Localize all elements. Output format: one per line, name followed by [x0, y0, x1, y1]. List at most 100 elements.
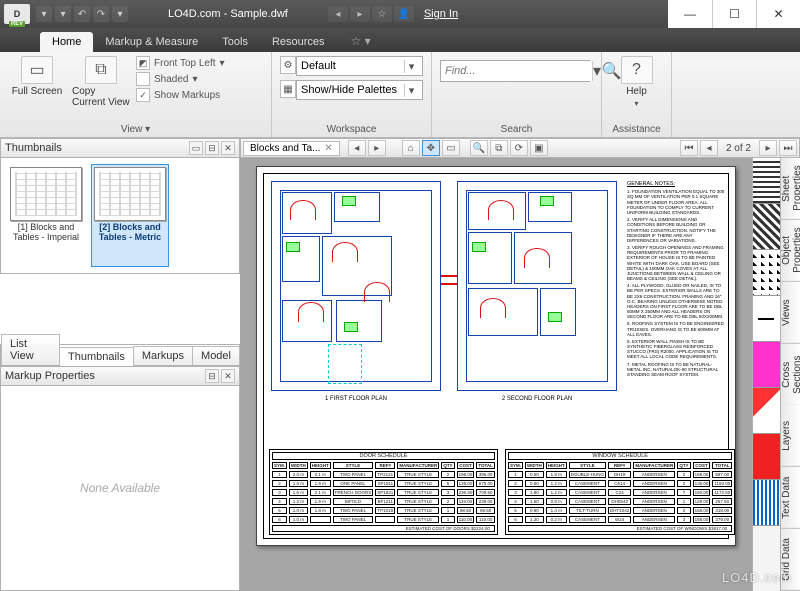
cube-icon: ◩	[136, 56, 150, 70]
room	[336, 300, 382, 342]
schedule-footer: ESTIMATED COST OF DOORS $2224.00	[272, 525, 495, 532]
qat-undo-icon[interactable]: ↶	[74, 6, 90, 22]
ribbon-tab-favorite-icon[interactable]: ☆ ▾	[345, 30, 377, 52]
hatch-swatch-column	[752, 158, 780, 591]
note-item: 5. ROOFING SYSTEM IS TO BE ENGINEERED TR…	[627, 321, 725, 337]
page-first-icon[interactable]: ⏮	[680, 140, 698, 156]
side-tab-sheet-properties[interactable]: Sheet Properties	[781, 158, 800, 220]
ribbon-tab-tools[interactable]: Tools	[210, 32, 260, 52]
left-lower-tabs: List View Thumbnails Markups Model	[0, 344, 240, 366]
ribbon: ▭ Full Screen ⧉ Copy Current View ◩ Front…	[0, 52, 800, 138]
main-view: Blocks and Ta... ✕ ◂ ▸ ⌂ ✥ ▭ 🔍 ⧉ ⟳ ▣ ⏮ ◂…	[240, 138, 800, 591]
title-bar: D ▾ ▾ ↶ ↷ ▾ LO4D.com - Sample.dwf ◂ ▸ ☆ …	[0, 0, 800, 28]
thumbnail-label: [2] Blocks and Tables - Metric	[94, 223, 166, 243]
side-tab-layers[interactable]: Layers	[781, 405, 800, 467]
tab-model[interactable]: Model	[192, 346, 240, 365]
page-last-icon[interactable]: ⏭	[779, 140, 797, 156]
chevron-down-icon: ▾	[634, 99, 638, 108]
full-screen-button[interactable]: ▭ Full Screen	[8, 56, 66, 97]
show-hide-label: Show/Hide Palettes	[301, 84, 404, 96]
swatch[interactable]	[753, 388, 780, 434]
swatch[interactable]	[753, 158, 780, 204]
schedule-title: DOOR SCHEDULE	[272, 452, 495, 460]
workspace-default-combo[interactable]: Default▾	[296, 56, 423, 76]
tool-zoom-in-icon[interactable]: 🔍	[470, 140, 488, 156]
markup-properties-title: Markup Properties	[5, 370, 95, 382]
search-box[interactable]: ▾ 🔍	[440, 60, 590, 82]
tab-list-view[interactable]: List View	[1, 334, 60, 365]
page-indicator: 2 of 2	[726, 143, 751, 154]
panel-tool-icon[interactable]: ▭	[189, 141, 203, 155]
front-top-left-label: Front Top Left	[154, 58, 216, 69]
view-group-caption: View ▾	[8, 122, 263, 135]
nav-back-icon[interactable]: ◂	[328, 6, 348, 22]
side-tab-text-data[interactable]: Text Data	[781, 467, 800, 529]
shaded-checkbox[interactable]: Shaded ▾	[136, 72, 225, 86]
app-icon[interactable]: D	[4, 4, 30, 24]
panel-pin-icon[interactable]: ⊟	[205, 141, 219, 155]
show-markups-checkbox[interactable]: ✓Show Markups	[136, 88, 225, 102]
search-dropdown-icon[interactable]: ▾	[592, 61, 601, 81]
side-tab-cross-sections[interactable]: Cross Sections	[781, 344, 800, 406]
tab-thumbnails[interactable]: Thumbnails	[59, 347, 134, 366]
document-tab[interactable]: Blocks and Ta... ✕	[243, 141, 340, 156]
thumbnail-item-2[interactable]: [2] Blocks and Tables - Metric	[91, 164, 169, 267]
ribbon-tab-home[interactable]: Home	[40, 32, 93, 52]
qat-more-icon[interactable]: ▾	[112, 6, 128, 22]
sign-in-link[interactable]: Sign In	[424, 8, 458, 20]
side-tab-views[interactable]: Views	[781, 282, 800, 344]
user-icon[interactable]: 👤	[394, 6, 414, 22]
swatch[interactable]	[753, 342, 780, 388]
nav-fwd-icon[interactable]: ▸	[350, 6, 370, 22]
tab-markups[interactable]: Markups	[133, 346, 193, 365]
window-schedule: WINDOW SCHEDULE SYM.WIDTHHEIGHTSTYLEREF#…	[505, 449, 735, 535]
full-screen-label: Full Screen	[12, 86, 63, 97]
swatch[interactable]	[753, 480, 780, 526]
panel-pin-icon[interactable]: ⊟	[205, 369, 219, 383]
ribbon-tab-resources[interactable]: Resources	[260, 32, 337, 52]
tool-fit-icon[interactable]: ▣	[530, 140, 548, 156]
swatch[interactable]	[753, 296, 780, 342]
copy-current-view-button[interactable]: ⧉ Copy Current View	[72, 56, 130, 108]
search-input[interactable]	[441, 61, 592, 81]
star-icon[interactable]: ☆	[372, 6, 392, 22]
ribbon-group-assistance: ? Help ▾ Assistance	[602, 52, 672, 137]
thumbnail-item-1[interactable]: [1] Blocks and Tables - Imperial	[7, 164, 85, 267]
tool-home-icon[interactable]: ⌂	[402, 140, 420, 156]
thumbnails-header: Thumbnails ▭ ⊟ ✕	[0, 138, 240, 158]
window-buttons: — ☐ ✕	[668, 0, 800, 28]
panel-close-icon[interactable]: ✕	[221, 141, 235, 155]
help-icon: ?	[621, 56, 653, 84]
swatch[interactable]	[753, 434, 780, 480]
page-next-icon[interactable]: ▸	[759, 140, 777, 156]
close-button[interactable]: ✕	[756, 0, 800, 28]
tool-select-icon[interactable]: ▭	[442, 140, 460, 156]
help-button[interactable]: ? Help ▾	[610, 56, 663, 108]
palettes-icon: ▦	[280, 80, 296, 98]
copy-view-icon: ⧉	[85, 56, 117, 84]
side-tab-object-properties[interactable]: Object Properties	[781, 220, 800, 282]
tool-pan-icon[interactable]: ✥	[422, 140, 440, 156]
qat-redo-icon[interactable]: ↷	[93, 6, 109, 22]
qat-open-icon[interactable]: ▾	[36, 6, 52, 22]
tool-nav-next[interactable]: ▸	[368, 140, 386, 156]
page-prev-icon[interactable]: ◂	[700, 140, 718, 156]
panel-close-icon[interactable]: ✕	[221, 369, 235, 383]
qat-save-icon[interactable]: ▾	[55, 6, 71, 22]
front-top-left-dropdown[interactable]: ◩Front Top Left ▾	[136, 56, 225, 70]
tool-nav-prev[interactable]: ◂	[348, 140, 366, 156]
maximize-button[interactable]: ☐	[712, 0, 756, 28]
minimize-button[interactable]: —	[668, 0, 712, 28]
canvas[interactable]: 1 FIRST FLOOR PLAN 2 SECOND	[240, 158, 800, 591]
show-hide-palettes-dropdown[interactable]: Show/Hide Palettes▾	[296, 80, 423, 100]
close-tab-icon[interactable]: ✕	[324, 143, 332, 154]
markup-properties-body: None Available	[0, 386, 240, 591]
general-notes: GENERAL NOTES: 1. FOUNDATION VENTILATION…	[627, 181, 725, 379]
ribbon-tab-markup[interactable]: Markup & Measure	[93, 32, 210, 52]
tool-zoom-window-icon[interactable]: ⧉	[490, 140, 508, 156]
thumbnails-body: [1] Blocks and Tables - Imperial [2] Blo…	[0, 158, 240, 274]
door-schedule: DOOR SCHEDULE SYM.WIDTHHEIGHTSTYLEREF#MA…	[269, 449, 498, 535]
tool-rotate-icon[interactable]: ⟳	[510, 140, 528, 156]
swatch[interactable]	[753, 204, 780, 250]
swatch[interactable]	[753, 250, 780, 296]
